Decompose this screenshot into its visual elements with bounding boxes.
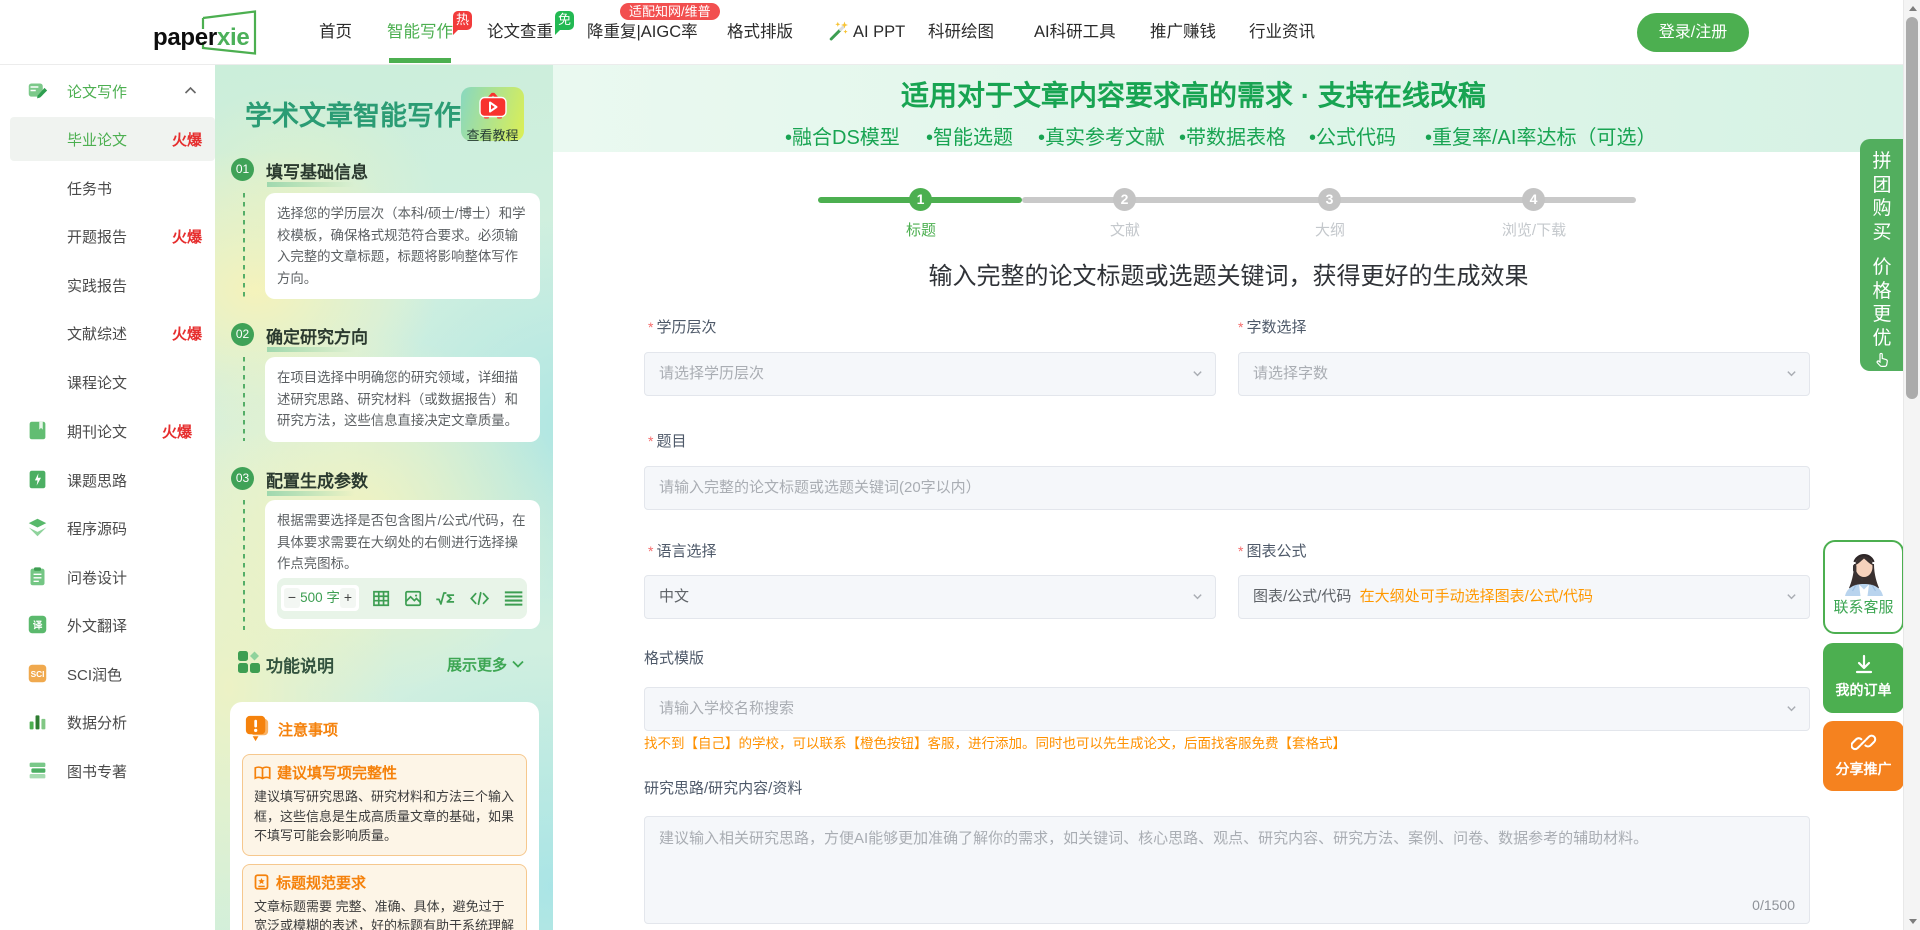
svg-text:xie: xie xyxy=(217,24,249,51)
svg-text:译: 译 xyxy=(33,619,43,631)
svg-text:paper: paper xyxy=(153,24,217,51)
svg-text:SCI: SCI xyxy=(31,669,45,679)
